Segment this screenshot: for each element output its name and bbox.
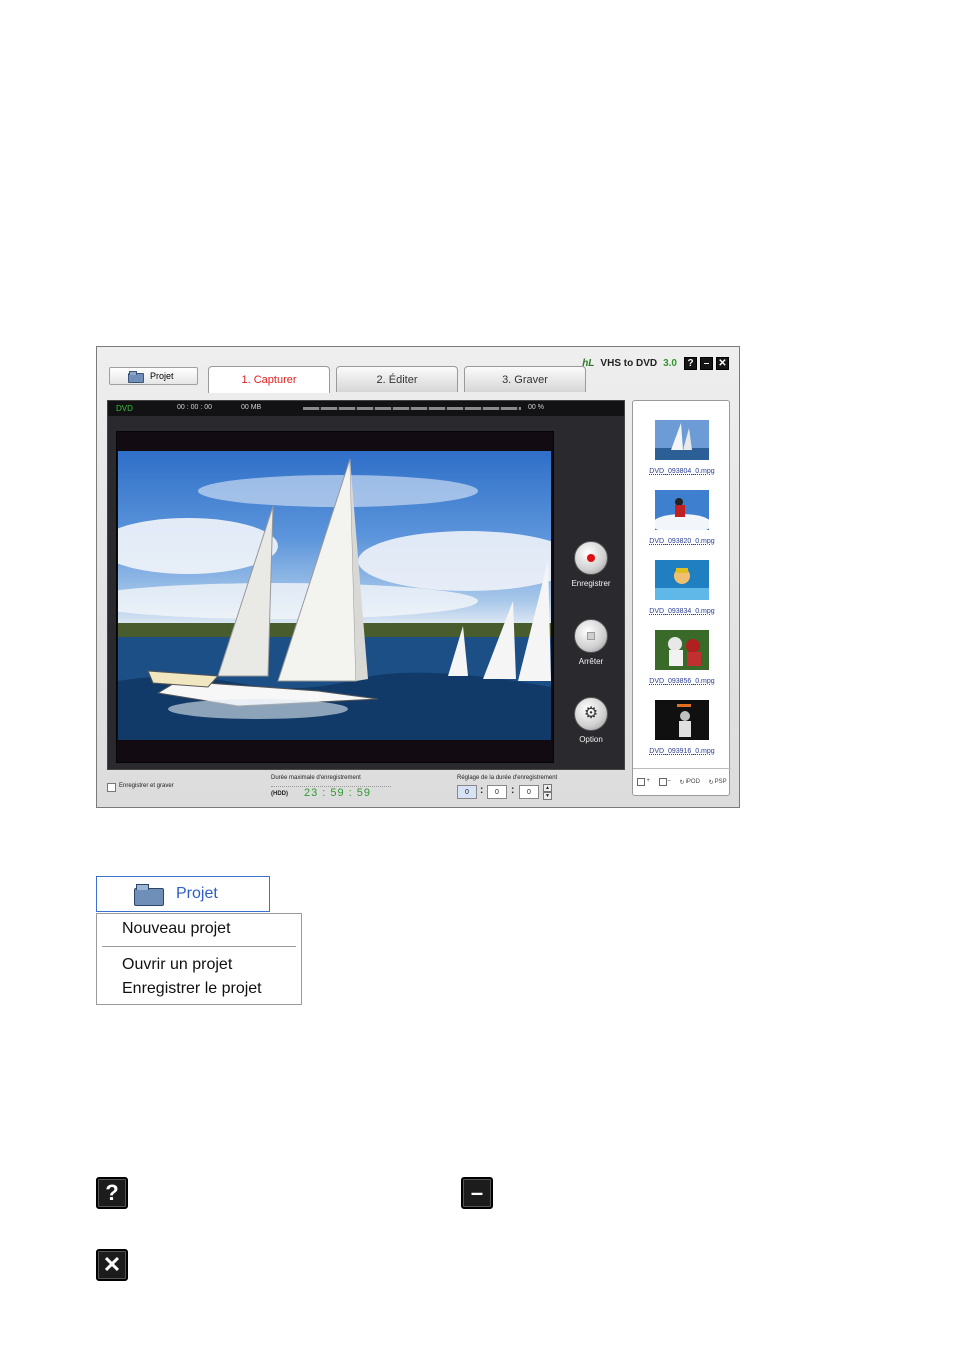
status-size: 00 MB (241, 404, 262, 411)
spinner-up-button[interactable]: ▲ (543, 784, 552, 792)
help-icon: ? (96, 1177, 128, 1209)
record-button[interactable] (574, 541, 608, 575)
hours-field[interactable]: 0 (457, 785, 477, 799)
clip-filename: DVD_093804_0.mpg (649, 468, 715, 475)
help-button[interactable]: ? (684, 356, 697, 370)
tab-capturer[interactable]: 1. Capturer (208, 366, 330, 393)
remove-file-icon[interactable]: – (658, 778, 671, 786)
status-format: DVD (116, 404, 133, 413)
app-version: 3.0 (663, 357, 677, 369)
stop-control: Arrêter (560, 619, 622, 666)
projet-button-zoom[interactable]: Projet (96, 876, 270, 912)
time-separator: : (511, 785, 515, 796)
folder-icon (128, 371, 144, 383)
clip-item[interactable]: DVD_093834_0.mpg (633, 560, 731, 615)
clip-item[interactable]: DVD_093916_0.mpg (633, 700, 731, 755)
status-percent: 00 % (528, 404, 544, 411)
tab-bar: 1. Capturer 2. Éditer 3. Graver (208, 366, 586, 393)
minimize-icon: – (461, 1177, 493, 1209)
clip-filename: DVD_093916_0.mpg (649, 748, 715, 755)
sailboat-thumbnail (655, 420, 709, 460)
status-time: 00 : 00 : 00 (177, 404, 213, 411)
clip-item[interactable]: DVD_093820_0.mpg (633, 490, 731, 545)
close-icon: ✕ (96, 1249, 128, 1281)
status-bar: DVD 00 : 00 : 00 00 MB 00 % (108, 401, 624, 416)
tab-graver[interactable]: 3. Graver (464, 366, 586, 392)
projet-menu: Nouveau projet Ouvrir un projet Enregist… (96, 913, 302, 1005)
time-separator: : (480, 785, 484, 796)
vhs-to-dvd-window: hL VHS to DVD 3.0 ? – ✕ Projet 1. Captur… (96, 346, 740, 808)
psp-label: PSP (714, 778, 727, 785)
record-control: Enregistrer (560, 541, 622, 588)
gear-icon: ⚙ (583, 705, 599, 722)
record-and-burn-checkbox[interactable] (107, 783, 116, 792)
stop-label: Arrêter (578, 657, 604, 666)
close-icon: ✕ (718, 357, 727, 369)
app-title: VHS to DVD (600, 357, 658, 369)
stop-button[interactable] (574, 619, 608, 653)
video-preview-frame (116, 431, 554, 763)
close-button[interactable]: ✕ (716, 356, 729, 370)
football-thumbnail (655, 630, 709, 670)
skier-thumbnail (652, 490, 712, 534)
option-control: ⚙ Option (560, 697, 622, 744)
capture-panel: DVD 00 : 00 : 00 00 MB 00 % Enregistrer … (107, 400, 625, 770)
max-duration-label: Durée maximale d'enregistrement (271, 775, 361, 781)
ipod-label: iPOD (685, 778, 700, 785)
seconds-field[interactable]: 0 (519, 785, 539, 799)
title-bar: hL VHS to DVD 3.0 ? – ✕ (582, 355, 729, 371)
sailboat-image (118, 458, 551, 740)
projet-zoom-label: Projet (176, 885, 218, 902)
option-label: Option (579, 735, 603, 744)
duration-setting-label: Réglage de la durée d'enregistrement (457, 775, 558, 781)
menu-item-open-project[interactable]: Ouvrir un projet (122, 956, 232, 974)
basketball-thumbnail (655, 700, 709, 740)
minimize-button[interactable]: – (700, 356, 713, 370)
record-and-burn-label: Enregistrer et graver (119, 783, 174, 789)
hdd-label: (HDD) (271, 791, 288, 797)
folder-icon (134, 884, 164, 906)
capture-controls: Enregistrer Arrêter ⚙ Option (560, 431, 622, 761)
add-file-icon[interactable]: + (637, 778, 650, 786)
stop-icon (587, 632, 595, 640)
help-icon: ? (687, 357, 694, 369)
spinner-down-button[interactable]: ▼ (543, 792, 552, 800)
clip-filename: DVD_093820_0.mpg (649, 538, 715, 545)
clip-filename: DVD_093834_0.mpg (649, 608, 715, 615)
max-duration-value: 23 : 59 : 59 (304, 787, 372, 799)
duration-spinner: ▲ ▼ (543, 784, 552, 801)
clip-item[interactable]: DVD_093804_0.mpg (633, 420, 731, 475)
clip-toolbar: + – ↻ iPOD ↻ PSP (633, 768, 731, 795)
convert-ipod-icon[interactable]: ↻ iPOD (680, 779, 700, 786)
clip-filename: DVD_093856_0.mpg (649, 678, 715, 685)
swimmer-thumbnail (655, 560, 709, 600)
record-label: Enregistrer (571, 579, 611, 588)
menu-divider (102, 946, 296, 947)
clip-list-panel: DVD_093804_0.mpg DVD_093820_0.mpg DVD_09… (632, 400, 731, 796)
convert-psp-icon[interactable]: ↻ PSP (709, 779, 727, 786)
projet-button-label: Projet (150, 371, 174, 381)
minutes-field[interactable]: 0 (487, 785, 507, 799)
recording-settings: Enregistrer et graver Durée maximale d'e… (107, 773, 627, 803)
tab-editer[interactable]: 2. Éditer (336, 366, 458, 392)
video-preview (118, 451, 551, 740)
clip-item[interactable]: DVD_093856_0.mpg (633, 630, 731, 685)
projet-button[interactable]: Projet (109, 367, 198, 385)
menu-item-save-project[interactable]: Enregistrer le projet (122, 980, 262, 998)
menu-item-new-project[interactable]: Nouveau projet (122, 920, 231, 938)
option-button[interactable]: ⚙ (574, 697, 608, 731)
record-icon (587, 554, 595, 562)
capture-progress-bar (303, 407, 521, 410)
minimize-icon: – (703, 357, 710, 369)
